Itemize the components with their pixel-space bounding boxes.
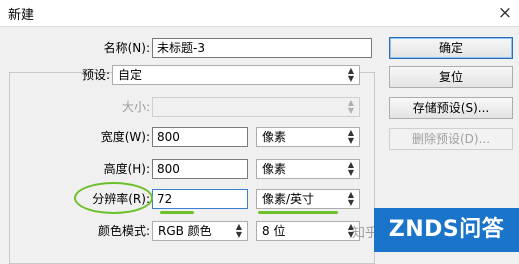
window-title: 新建 <box>8 8 35 23</box>
size-select: ▲ ▼ <box>152 97 360 117</box>
width-input[interactable]: 800 <box>152 127 248 147</box>
dropdown-arrows-icon: ▲ ▼ <box>347 128 354 145</box>
resolution-unit-value: 像素/英寸 <box>262 192 315 206</box>
name-input[interactable]: 未标题-3 <box>152 38 372 58</box>
preset-select[interactable]: 自定 ▲ ▼ <box>112 65 360 85</box>
color-mode-select[interactable]: RGB 颜色 ▲ ▼ <box>152 221 248 241</box>
width-unit-value: 像素 <box>262 130 287 144</box>
width-unit-select[interactable]: 像素 ▲ ▼ <box>256 127 360 147</box>
ok-button[interactable]: 确定 <box>389 37 513 59</box>
resolution-input[interactable]: 72 <box>152 189 248 209</box>
resolution-unit-select[interactable]: 像素/英寸 ▲ ▼ <box>256 189 360 209</box>
preset-label: 预设: <box>81 68 110 82</box>
bit-depth-value: 8 位 <box>262 224 286 238</box>
height-unit-value: 像素 <box>262 162 287 176</box>
height-unit-select[interactable]: 像素 ▲ ▼ <box>256 159 360 179</box>
dropdown-arrows-icon: ▲ ▼ <box>347 190 354 207</box>
delete-preset-button: 删除预设(D)... <box>389 128 513 150</box>
reset-button[interactable]: 复位 <box>389 66 513 88</box>
color-mode-value: RGB 颜色 <box>158 224 212 238</box>
size-label: 大小: <box>121 100 150 114</box>
height-label: 高度(H): <box>103 162 150 176</box>
annotation-circle <box>74 182 153 214</box>
name-label: 名称(N): <box>103 41 150 55</box>
annotation-underline-unit <box>258 211 338 214</box>
dropdown-arrows-icon: ▲ ▼ <box>235 222 242 239</box>
dropdown-arrows-icon: ▲ ▼ <box>347 66 354 83</box>
dropdown-arrows-icon: ▲ ▼ <box>347 98 354 115</box>
preset-value: 自定 <box>118 68 143 82</box>
close-icon[interactable]: × <box>494 2 516 24</box>
title-bar: 新建 × <box>0 0 519 27</box>
height-input[interactable]: 800 <box>152 159 248 179</box>
dropdown-arrows-icon: ▲ ▼ <box>347 160 354 177</box>
save-preset-button[interactable]: 存储预设(S)... <box>389 97 513 119</box>
width-label: 宽度(W): <box>100 130 150 144</box>
bit-depth-select[interactable]: 8 位 ▲ ▼ <box>256 221 360 241</box>
znds-watermark-logo: ZNDS问答 <box>374 208 519 252</box>
annotation-underline-value <box>160 211 194 214</box>
color-mode-label: 颜色模式: <box>97 224 150 238</box>
